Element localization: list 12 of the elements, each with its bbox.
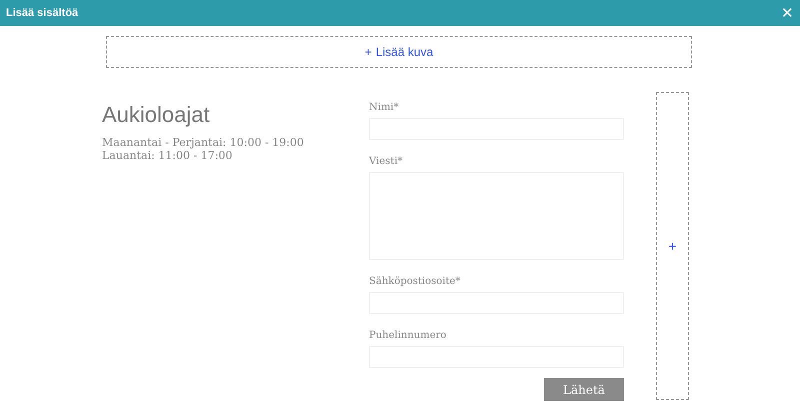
hours-heading: Aukioloajat [102,104,211,126]
field-label: Viesti* [369,155,404,169]
add-image-button[interactable]: + Lisää kuva [106,36,692,68]
hours-text: Lauantai: 11:00 - 17:00 [102,149,234,162]
field-label: Puhelinnumero [369,329,448,343]
window-title: Lisää sisältöä [6,6,78,21]
field-label: Sähköpostiosoite* [369,275,462,289]
field-label: Nimi* [369,101,400,115]
hours-text: Maanantai - Perjantai: 10:00 - 19:00 [102,136,305,149]
close-button[interactable]: ✕ [781,6,794,20]
submit-button[interactable]: Lähetä [544,378,624,401]
add-column-button[interactable]: + [656,92,689,400]
